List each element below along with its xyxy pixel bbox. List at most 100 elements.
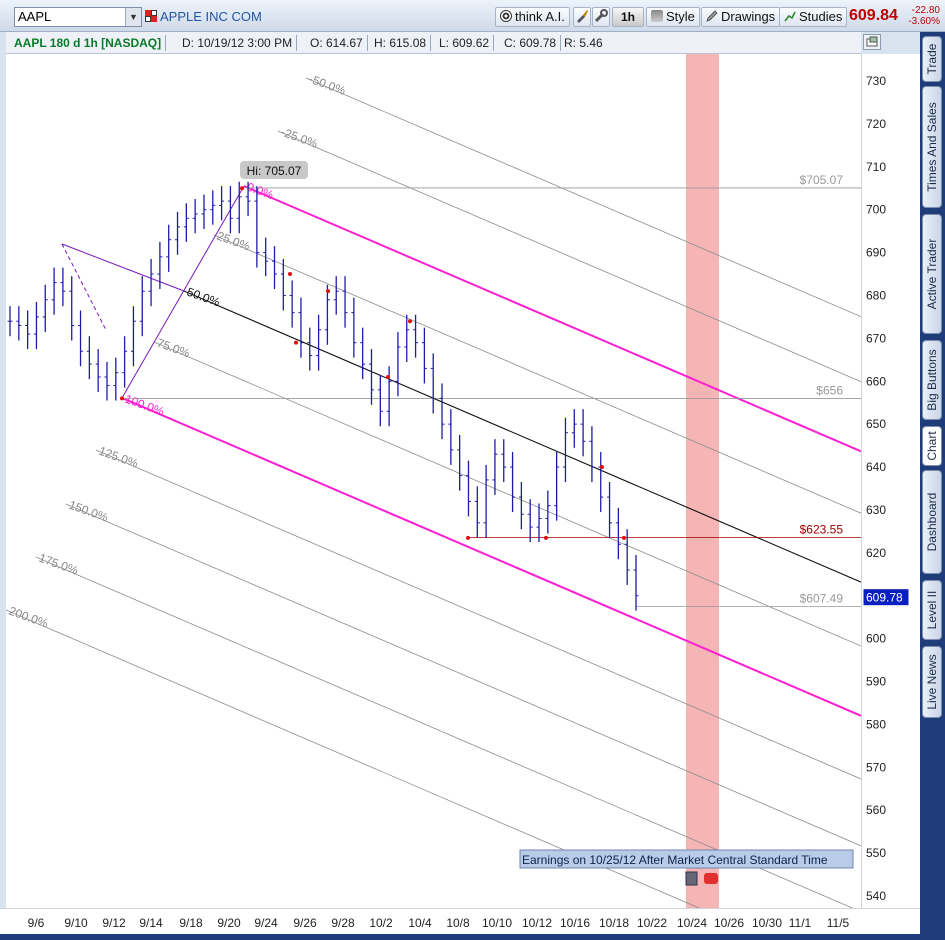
chart-area[interactable]: -50.0% -25.0% 0.0% 25.0% 50.0% 75.0% 100.0% 125… — [5, 54, 862, 940]
app-window: AAPL ▼ APPLE INC COM think A.I. 1h Style… — [0, 0, 945, 940]
side-tab-big-buttons[interactable]: Big Buttons — [922, 340, 942, 420]
fib-label: -25.0% — [279, 125, 320, 151]
side-tab-times-and-sales[interactable]: Times And Sales — [922, 86, 942, 208]
price-tick-label: 670 — [866, 331, 886, 345]
date-tick-label: 9/28 — [331, 916, 355, 930]
pivot-dot — [408, 319, 412, 324]
date-tick-label: 10/18 — [599, 916, 629, 930]
fib-label: 125.0% — [97, 444, 140, 471]
drawings-label: Drawings — [721, 9, 776, 24]
current-price-text: 609.78 — [866, 591, 903, 605]
date-tick-label: 9/18 — [179, 916, 203, 930]
side-tab-label: Big Buttons — [925, 349, 939, 411]
fib-label: -50.0% — [307, 72, 348, 98]
fib-label: 0.0% — [245, 180, 276, 203]
toolbar: AAPL ▼ APPLE INC COM think A.I. 1h Style… — [0, 0, 945, 32]
symbol-input[interactable]: AAPL ▼ — [14, 7, 142, 27]
fib-label: 175.0% — [37, 551, 80, 578]
fib-line — [213, 234, 862, 514]
price-level-label: $705.07 — [800, 173, 844, 187]
info-high: H: 615.08 — [370, 35, 432, 51]
pivot-dot — [544, 535, 548, 540]
time-axis[interactable]: 9/6 9/10 9/12 9/14 9/18 9/20 9/24 9/26 9/28 10/2 1… — [0, 908, 920, 934]
price-level-label: $623.55 — [800, 523, 844, 537]
chart-info-bar: AAPL 180 d 1h [NASDAQ] D: 10/19/12 3:00 … — [6, 32, 861, 54]
price-tick-label: 710 — [866, 160, 886, 174]
side-tab-trade[interactable]: Trade — [922, 36, 942, 82]
company-icon — [145, 10, 157, 22]
chevron-down-icon[interactable]: ▼ — [125, 8, 141, 26]
date-tick-label: 10/22 — [637, 916, 667, 930]
pivot-dot — [466, 535, 470, 540]
date-tick-label: 9/12 — [102, 916, 126, 930]
last-price: 609.84 — [849, 7, 898, 24]
price-tick-label: 580 — [866, 717, 886, 731]
chart-title: AAPL 180 d 1h [NASDAQ] — [10, 35, 167, 51]
price-tick-label: 600 — [866, 632, 886, 646]
studies-icon — [784, 11, 796, 22]
side-tab-label: Trade — [925, 43, 939, 75]
change-percent: -3.60% — [908, 16, 940, 27]
price-tick-label: 650 — [866, 417, 886, 431]
price-tick-label: 730 — [866, 74, 886, 88]
price-tick-label: 620 — [866, 546, 886, 560]
net-change: -22.80 -3.60% — [904, 5, 940, 27]
paintbrush-icon — [577, 10, 588, 23]
price-tick-label: 630 — [866, 503, 886, 517]
date-tick-label: 10/8 — [446, 916, 470, 930]
side-tab-dashboard[interactable]: Dashboard — [922, 470, 942, 574]
price-chart[interactable]: -50.0% -25.0% 0.0% 25.0% 50.0% 75.0% 100.0% 125… — [5, 54, 862, 940]
price-tick-label: 660 — [866, 374, 886, 388]
chart-menu-icon — [866, 36, 878, 47]
earnings-note-text: Earnings on 10/25/12 After Market Centra… — [522, 853, 828, 867]
pencil-icon — [706, 10, 718, 22]
chart-settings-button[interactable] — [573, 7, 591, 27]
date-tick-label: 10/4 — [408, 916, 432, 930]
side-tab-label: Live News — [925, 654, 939, 710]
side-tab-level-ii[interactable]: Level II — [922, 580, 942, 640]
price-level-label: $607.49 — [800, 592, 844, 606]
price-tick-label: 540 — [866, 889, 886, 903]
price-axis[interactable]: 5405505605705805906006106206306406506606… — [861, 54, 920, 908]
date-tick-label: 9/26 — [293, 916, 317, 930]
price-tick-label: 570 — [866, 760, 886, 774]
earnings-icon — [685, 871, 698, 886]
info-close: C: 609.78 — [500, 35, 562, 51]
side-tab-bar: Trade Times And Sales Active Trader Big But… — [920, 32, 945, 934]
style-button[interactable]: Style — [646, 7, 700, 27]
fib-line — [277, 130, 862, 383]
side-tab-label: Dashboard — [925, 492, 939, 552]
date-tick-label: 9/6 — [28, 916, 45, 930]
side-tab-chart[interactable]: Chart — [922, 426, 942, 466]
pivot-dot — [288, 272, 292, 277]
company-name: APPLE INC COM — [160, 9, 262, 24]
side-tab-live-news[interactable]: Live News — [922, 646, 942, 718]
date-tick-label: 9/10 — [64, 916, 88, 930]
price-axis-svg: 5405505605705805906006106206306406506606… — [862, 74, 910, 903]
studies-button[interactable]: Studies — [779, 7, 848, 27]
earnings-note: Earnings on 10/25/12 After Market Centra… — [519, 849, 854, 869]
wrench-icon — [594, 9, 608, 23]
side-tab-active-trader[interactable]: Active Trader — [922, 214, 942, 334]
chart-menu-button[interactable] — [863, 34, 881, 50]
think-ai-button[interactable]: think A.I. — [495, 7, 570, 27]
tools-button[interactable] — [592, 7, 610, 27]
high-label: Hi: 705.07 — [240, 161, 308, 179]
studies-label: Studies — [799, 9, 843, 24]
pivot-dot — [386, 374, 390, 379]
info-range: R: 5.46 — [564, 36, 603, 50]
pitchfork-handle — [61, 243, 107, 331]
date-tick-label: 10/10 — [482, 916, 512, 930]
pitchfork-base — [121, 185, 245, 399]
date-tick-label: 10/12 — [522, 916, 552, 930]
fib-label: 100.0% — [123, 392, 166, 419]
timeframe-button[interactable]: 1h — [612, 7, 644, 27]
earnings-band — [686, 54, 719, 908]
info-open: O: 614.67 — [306, 35, 368, 51]
drawings-button[interactable]: Drawings — [701, 7, 781, 27]
date-tick-label: 9/20 — [217, 916, 241, 930]
side-tab-label: Active Trader — [925, 238, 939, 310]
date-tick-label: 10/26 — [714, 916, 744, 930]
fib-line — [65, 503, 862, 847]
pivot-dot — [240, 186, 244, 191]
